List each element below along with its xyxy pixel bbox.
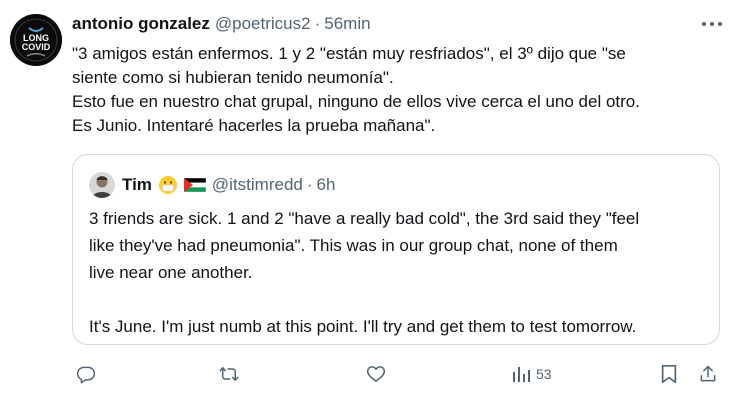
more-dots-icon bbox=[702, 22, 722, 26]
quoted-author-avatar bbox=[89, 172, 115, 198]
quoted-body-blank-line bbox=[89, 286, 709, 313]
tweet-action-bar: 53 bbox=[72, 360, 722, 388]
author-avatar[interactable]: LONG COVID bbox=[10, 14, 62, 66]
tweet-body-line: "3 amigos están enfermos. 1 y 2 "están m… bbox=[72, 44, 626, 63]
author-name[interactable]: antonio gonzalez bbox=[72, 14, 210, 34]
quoted-tweet-card[interactable]: Tim @itstimredd · 6h 3 friends are sick.… bbox=[72, 154, 720, 345]
tweet-time[interactable]: 56min bbox=[324, 14, 370, 34]
quoted-tweet-header: Tim @itstimredd · 6h bbox=[89, 170, 335, 200]
share-icon bbox=[700, 365, 716, 382]
tweet-header: antonio gonzalez @poetricus2 · 56min bbox=[72, 13, 371, 35]
header-separator: · bbox=[314, 14, 321, 33]
bookmark-icon bbox=[661, 365, 677, 383]
quoted-tweet-body: 3 friends are sick. 1 and 2 "have a real… bbox=[89, 205, 709, 340]
retweet-button[interactable] bbox=[218, 360, 240, 388]
tweet-body-line: siente como si hubieran tenido neumonía"… bbox=[72, 68, 394, 87]
reply-icon bbox=[76, 366, 96, 384]
long-covid-badge-icon: LONG COVID bbox=[10, 14, 62, 66]
quoted-body-line: It's June. I'm just numb at this point. … bbox=[89, 317, 637, 336]
quoted-author-handle: @itstimredd bbox=[211, 175, 303, 194]
quoted-header-separator: · bbox=[306, 175, 313, 194]
more-options-button[interactable] bbox=[698, 12, 726, 36]
quoted-body-line: live near one another. bbox=[89, 263, 253, 282]
heart-icon bbox=[366, 366, 386, 382]
avatar-text-bottom: COVID bbox=[22, 42, 51, 52]
reply-button[interactable] bbox=[76, 360, 96, 388]
author-handle[interactable]: @poetricus2 bbox=[215, 14, 311, 34]
tweet-body: "3 amigos están enfermos. 1 y 2 "están m… bbox=[72, 42, 712, 138]
tweet-body-line: Es Junio. Intentaré hacerles la prueba m… bbox=[72, 116, 436, 135]
like-button[interactable] bbox=[366, 360, 386, 388]
quoted-body-line: like they've had pneumonia". This was in… bbox=[89, 236, 618, 255]
palestine-flag-icon bbox=[183, 178, 206, 192]
bookmark-button[interactable] bbox=[660, 360, 678, 388]
mask-face-icon bbox=[158, 175, 178, 195]
quoted-author-name: Tim bbox=[122, 175, 152, 194]
views-button[interactable]: 53 bbox=[512, 360, 552, 388]
views-count: 53 bbox=[536, 366, 552, 382]
quoted-tweet-time: 6h bbox=[316, 175, 336, 194]
profile-photo-icon bbox=[89, 172, 115, 198]
share-button[interactable] bbox=[698, 360, 718, 388]
retweet-icon bbox=[219, 367, 239, 381]
views-icon bbox=[513, 367, 530, 382]
quoted-body-line: 3 friends are sick. 1 and 2 "have a real… bbox=[89, 209, 640, 228]
tweet-body-line: Esto fue en nuestro chat grupal, ninguno… bbox=[72, 92, 640, 111]
